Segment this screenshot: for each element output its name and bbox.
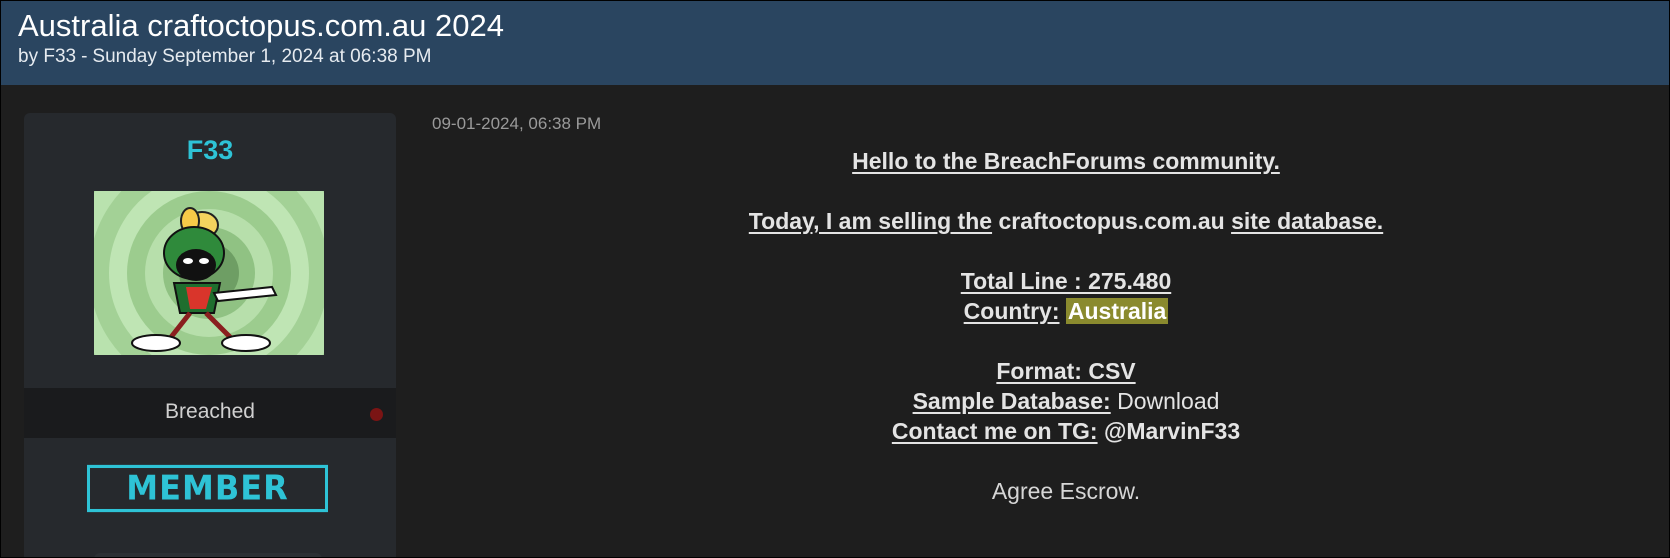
status-dot-icon: [370, 408, 383, 421]
post-date: 09-01-2024, 06:38 PM: [432, 114, 602, 133]
post-body: Hello to the BreachForums community. Tod…: [521, 146, 1611, 506]
forum-thread-screenshot: Australia craftoctopus.com.au 2024 by F3…: [0, 0, 1670, 558]
country-value: Australia: [1065, 298, 1169, 324]
total-line: Total Line : 275.480: [960, 268, 1172, 294]
contact-handle: @MarvinF33: [1103, 418, 1241, 444]
user-status-bar: Breached: [24, 388, 396, 438]
meta-separator: -: [81, 46, 88, 67]
martian-cartoon-avatar-icon: [94, 191, 324, 355]
country-label: Country:: [963, 298, 1060, 324]
sample-download-link[interactable]: Download: [1117, 388, 1219, 414]
format-line: Format: CSV: [996, 358, 1136, 384]
thread-author[interactable]: by F33: [18, 46, 76, 67]
thread-header: Australia craftoctopus.com.au 2024 by F3…: [1, 1, 1669, 85]
selling-domain: craftoctopus.com.au: [998, 208, 1225, 234]
rank-badge: MEMBER: [87, 464, 328, 513]
sample-label: Sample Database:: [912, 388, 1111, 414]
contact-label: Contact me on TG:: [891, 418, 1098, 444]
username[interactable]: F33: [24, 135, 396, 166]
user-card: F33 Breached MEMBER: [24, 113, 396, 557]
thread-date: Sunday September 1, 2024 at 06:38 PM: [92, 46, 432, 67]
user-card-next-section: [94, 553, 322, 557]
post-closing: Agree Escrow.: [991, 478, 1141, 504]
thread-title: Australia craftoctopus.com.au 2024: [18, 8, 504, 43]
user-status-label: Breached: [165, 400, 255, 423]
selling-suffix: site database.: [1231, 208, 1384, 234]
selling-prefix: Today, I am selling the: [748, 208, 993, 234]
post-greeting: Hello to the BreachForums community.: [852, 148, 1280, 174]
thread-meta: by F33- Sunday September 1, 2024 at 06:38…: [18, 46, 431, 68]
